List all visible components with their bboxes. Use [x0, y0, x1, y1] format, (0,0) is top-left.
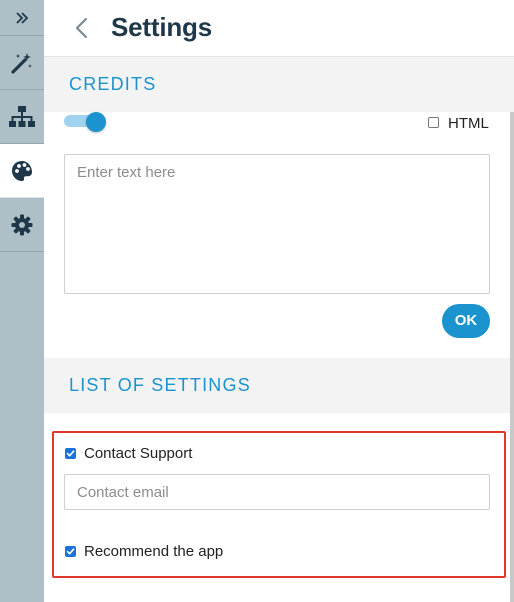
gear-icon: [11, 214, 33, 236]
recommend-app-checkbox[interactable]: [65, 546, 76, 557]
recommend-app-label: Recommend the app: [84, 543, 224, 560]
left-rail: [0, 0, 44, 602]
magic-wand-icon: [10, 51, 34, 75]
rail-item-theme[interactable]: [0, 144, 44, 198]
rail-item-magic[interactable]: [0, 36, 44, 90]
back-button[interactable]: [72, 16, 92, 40]
palette-icon: [11, 160, 33, 182]
rail-item-structure[interactable]: [0, 90, 44, 144]
html-checkbox[interactable]: [428, 117, 439, 128]
ok-button[interactable]: OK: [442, 304, 490, 338]
list-of-settings-heading: LIST OF SETTINGS: [44, 358, 514, 413]
chevron-left-icon: [72, 17, 92, 44]
expand-rail-button[interactable]: [0, 0, 44, 36]
page-header: Settings: [44, 0, 514, 57]
credits-text-input[interactable]: [64, 154, 490, 294]
toggle-knob: [86, 112, 106, 132]
page-title: Settings: [111, 12, 212, 42]
contact-support-label: Contact Support: [84, 445, 193, 462]
html-checkbox-label: HTML: [448, 115, 489, 132]
sitemap-icon: [9, 105, 35, 128]
credits-toggle[interactable]: [64, 112, 110, 132]
double-chevron-right-icon: [15, 11, 29, 24]
checkmark-icon: [66, 548, 75, 555]
rail-item-settings[interactable]: [0, 198, 44, 252]
contact-support-checkbox[interactable]: [65, 448, 76, 459]
checkmark-icon: [66, 450, 75, 457]
credits-section-heading: CREDITS: [44, 57, 514, 112]
contact-email-field[interactable]: [64, 474, 490, 510]
scrollbar[interactable]: [510, 112, 514, 602]
